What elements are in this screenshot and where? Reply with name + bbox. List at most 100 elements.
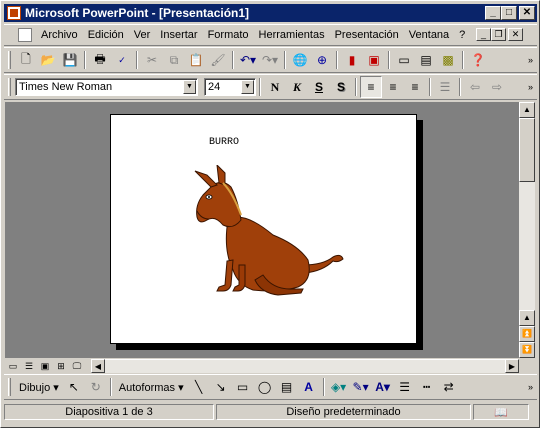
wordart-icon[interactable]: A bbox=[298, 376, 320, 398]
next-slide-button[interactable]: ⏬ bbox=[519, 342, 535, 358]
toolbar-grip[interactable] bbox=[8, 378, 11, 396]
separator bbox=[459, 78, 461, 96]
align-left-icon[interactable]: ≡ bbox=[360, 76, 382, 98]
menu-ver[interactable]: Ver bbox=[129, 25, 156, 45]
paste-icon[interactable]: 📋 bbox=[185, 49, 207, 71]
menu-herramientas[interactable]: Herramientas bbox=[254, 25, 330, 45]
slide-canvas[interactable]: BURRO bbox=[110, 114, 417, 344]
separator bbox=[336, 51, 338, 69]
normal-view-icon[interactable]: ▭ bbox=[5, 359, 21, 373]
more-buttons-icon[interactable]: » bbox=[528, 82, 533, 92]
oval-icon[interactable]: ◯ bbox=[254, 376, 276, 398]
chart-icon[interactable]: ▮ bbox=[341, 49, 363, 71]
background-icon[interactable]: ▩ bbox=[437, 49, 459, 71]
promote-icon[interactable]: ⇦ bbox=[464, 76, 486, 98]
free-rotate-icon[interactable]: ↻ bbox=[85, 376, 107, 398]
menu-ventana[interactable]: Ventana bbox=[404, 25, 454, 45]
close-button[interactable]: ✕ bbox=[519, 6, 535, 20]
italic-button[interactable]: K bbox=[286, 76, 308, 98]
slide-view-icon[interactable]: ▣ bbox=[37, 359, 53, 373]
font-name-select[interactable]: Times New Roman ▼ bbox=[15, 78, 198, 96]
dash-style-icon[interactable]: ┅ bbox=[416, 376, 438, 398]
new-slide-icon[interactable]: ▭ bbox=[393, 49, 415, 71]
design-pane: Diseño predeterminado bbox=[216, 404, 471, 420]
previous-slide-button[interactable]: ⏫ bbox=[519, 326, 535, 342]
scroll-up-button[interactable]: ▲ bbox=[519, 310, 535, 326]
separator bbox=[232, 51, 234, 69]
office-assistant-icon[interactable]: ❓ bbox=[467, 49, 489, 71]
spelling-status-pane[interactable]: 📖 bbox=[473, 404, 529, 420]
slide-layout-icon[interactable]: ▤ bbox=[415, 49, 437, 71]
scroll-up-button[interactable]: ▲ bbox=[519, 102, 535, 118]
format-painter-icon[interactable]: 🖌 bbox=[207, 49, 229, 71]
vertical-scrollbar[interactable]: ▲ ▲ ⏫ ⏬ bbox=[519, 102, 535, 358]
line-color-icon[interactable]: ✎▾ bbox=[350, 376, 372, 398]
outline-view-icon[interactable]: ☰ bbox=[21, 359, 37, 373]
save-icon[interactable]: 💾 bbox=[59, 49, 81, 71]
donkey-image[interactable] bbox=[183, 165, 353, 305]
rectangle-icon[interactable]: ▭ bbox=[232, 376, 254, 398]
undo-icon[interactable]: ↶▾ bbox=[237, 49, 259, 71]
demote-icon[interactable]: ⇨ bbox=[486, 76, 508, 98]
maximize-button[interactable]: □ bbox=[501, 6, 517, 20]
slide-title[interactable]: BURRO bbox=[209, 137, 239, 148]
separator bbox=[322, 378, 325, 396]
toolbar-grip[interactable] bbox=[8, 51, 11, 69]
chevron-down-icon[interactable]: ▼ bbox=[241, 80, 254, 94]
powerpoint-icon[interactable] bbox=[7, 6, 21, 20]
bold-button[interactable]: N bbox=[264, 76, 286, 98]
window-title: Microsoft PowerPoint - [Presentación1] bbox=[25, 6, 250, 20]
fill-color-icon[interactable]: ◈▾ bbox=[328, 376, 350, 398]
toolbar-grip[interactable] bbox=[8, 78, 11, 96]
align-center-icon[interactable]: ≡ bbox=[382, 76, 404, 98]
copy-icon[interactable]: ⧉ bbox=[163, 49, 185, 71]
scroll-right-button[interactable]: ▶ bbox=[505, 359, 519, 373]
spellcheck-icon[interactable]: ✓ bbox=[111, 49, 133, 71]
redo-icon[interactable]: ↷▾ bbox=[259, 49, 281, 71]
chevron-down-icon[interactable]: ▼ bbox=[183, 80, 196, 94]
scroll-left-button[interactable]: ◀ bbox=[91, 359, 105, 373]
select-pointer-icon[interactable]: ↖ bbox=[63, 376, 85, 398]
new-document-icon[interactable]: 🗋 bbox=[15, 49, 37, 71]
separator bbox=[462, 51, 464, 69]
line-icon[interactable]: ╲ bbox=[188, 376, 210, 398]
font-color-icon[interactable]: A▾ bbox=[372, 376, 394, 398]
text-box-icon[interactable]: ▤ bbox=[276, 376, 298, 398]
menu-presentacion[interactable]: Presentación bbox=[330, 25, 404, 45]
shadow-button[interactable]: S bbox=[330, 76, 352, 98]
doc-close-button[interactable]: ✕ bbox=[508, 28, 523, 41]
bullets-icon[interactable]: ☰ bbox=[434, 76, 456, 98]
arrow-icon[interactable]: ↘ bbox=[210, 376, 232, 398]
standard-toolbar: 🗋 📂 💾 🖶 ✓ ✂ ⧉ 📋 🖌 ↶▾ ↷▾ 🌐 ⊕ ▮ ▣ ▭ ▤ ▩ ❓ … bbox=[4, 47, 537, 73]
slide-sorter-icon[interactable]: ⊞ bbox=[53, 359, 69, 373]
print-icon[interactable]: 🖶 bbox=[89, 49, 111, 71]
hyperlink-icon[interactable]: 🌐 bbox=[289, 49, 311, 71]
more-buttons-icon[interactable]: » bbox=[528, 382, 533, 392]
arrow-style-icon[interactable]: ⇄ bbox=[438, 376, 460, 398]
scroll-thumb[interactable] bbox=[519, 118, 535, 182]
menu-formato[interactable]: Formato bbox=[203, 25, 254, 45]
align-right-icon[interactable]: ≡ bbox=[404, 76, 426, 98]
menu-insertar[interactable]: Insertar bbox=[155, 25, 202, 45]
draw-menu-button[interactable]: Dibujo ▾ bbox=[15, 381, 63, 394]
menu-help[interactable]: ? bbox=[454, 25, 470, 45]
line-style-icon[interactable]: ☰ bbox=[394, 376, 416, 398]
autoshapes-menu-button[interactable]: Autoformas ▾ bbox=[115, 381, 188, 394]
menu-edicion[interactable]: Edición bbox=[83, 25, 129, 45]
menu-archivo[interactable]: Archivo bbox=[36, 25, 83, 45]
doc-minimize-button[interactable]: _ bbox=[476, 28, 491, 41]
font-size-select[interactable]: 24 ▼ bbox=[204, 78, 256, 96]
status-bar: Diapositiva 1 de 3 Diseño predeterminado… bbox=[4, 402, 537, 422]
document-icon[interactable] bbox=[18, 28, 32, 42]
web-toolbar-icon[interactable]: ⊕ bbox=[311, 49, 333, 71]
title-bar[interactable]: Microsoft PowerPoint - [Presentación1] _… bbox=[4, 4, 537, 22]
minimize-button[interactable]: _ bbox=[485, 6, 501, 20]
open-folder-icon[interactable]: 📂 bbox=[37, 49, 59, 71]
doc-restore-button[interactable]: ❐ bbox=[491, 28, 506, 41]
clip-art-icon[interactable]: ▣ bbox=[363, 49, 385, 71]
more-buttons-icon[interactable]: » bbox=[528, 55, 533, 65]
horizontal-scrollbar[interactable]: ◀ ▶ bbox=[91, 359, 519, 373]
slide-show-icon[interactable]: 🖵 bbox=[69, 359, 85, 373]
underline-button[interactable]: S bbox=[308, 76, 330, 98]
cut-icon[interactable]: ✂ bbox=[141, 49, 163, 71]
